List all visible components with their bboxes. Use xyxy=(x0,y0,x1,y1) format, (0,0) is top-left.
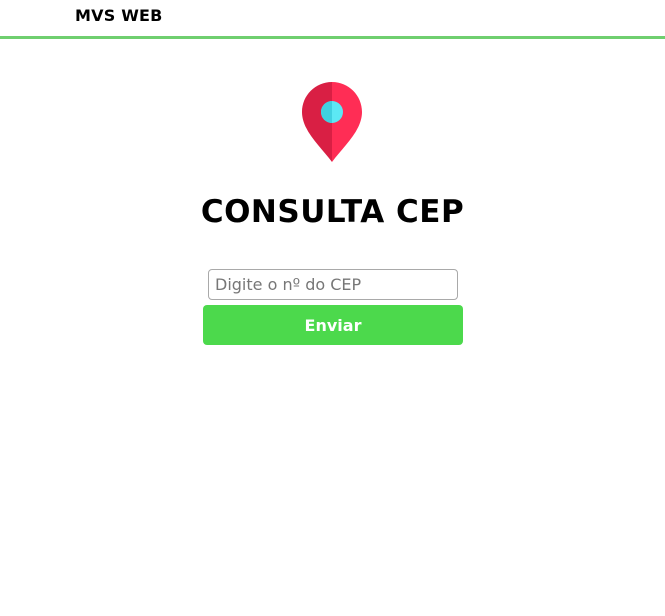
map-pin-icon xyxy=(301,81,363,163)
brand-logo-text[interactable]: MVS WEB xyxy=(75,6,163,25)
navbar: MVS WEB xyxy=(0,0,665,39)
page-title: CONSULTA CEP xyxy=(200,194,465,230)
cep-input[interactable] xyxy=(208,269,458,300)
submit-button[interactable]: Enviar xyxy=(203,305,463,345)
